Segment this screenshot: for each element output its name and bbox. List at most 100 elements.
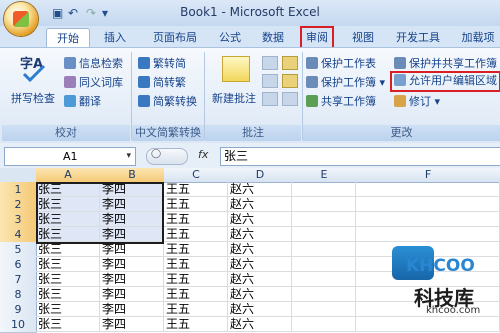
table-cell[interactable]: 王五 <box>164 212 228 227</box>
comment-show-icon[interactable] <box>282 56 298 70</box>
table-cell[interactable]: 赵六 <box>228 242 292 257</box>
row-header[interactable]: 8 <box>0 287 37 303</box>
tab-review[interactable]: 审阅 <box>300 26 334 49</box>
table-cell[interactable] <box>292 182 356 197</box>
table-cell[interactable]: 王五 <box>164 182 228 197</box>
table-cell[interactable]: 王五 <box>164 257 228 272</box>
column-header-c[interactable]: C <box>164 168 229 183</box>
table-cell[interactable]: 李四 <box>100 302 164 317</box>
spell-check-button[interactable]: 拼写检查 <box>8 90 58 106</box>
thesaurus-button[interactable]: 同义词库 <box>64 75 123 91</box>
row-header[interactable]: 4 <box>0 227 37 243</box>
table-cell[interactable]: 赵六 <box>228 197 292 212</box>
row-header[interactable]: 7 <box>0 272 37 288</box>
tab-addins[interactable]: 加载项 <box>456 28 500 47</box>
table-cell[interactable] <box>292 242 356 257</box>
comment-prev-icon[interactable] <box>262 56 278 70</box>
table-cell[interactable]: 李四 <box>100 242 164 257</box>
column-header-e[interactable]: E <box>292 168 357 183</box>
table-cell[interactable]: 张三 <box>36 197 100 212</box>
convert-button[interactable]: 简繁转换 <box>138 94 197 110</box>
comment-next-icon[interactable] <box>262 74 278 88</box>
table-cell[interactable] <box>292 212 356 227</box>
table-cell[interactable]: 王五 <box>164 197 228 212</box>
translate-button[interactable]: 翻译 <box>64 94 101 110</box>
tab-page-layout[interactable]: 页面布局 <box>142 28 208 47</box>
name-box[interactable]: A1 ▾ <box>4 147 136 166</box>
protect-workbook-button[interactable]: 保护工作簿 ▾ <box>306 75 385 91</box>
table-cell[interactable]: 张三 <box>36 257 100 272</box>
chevron-down-icon[interactable]: ▾ <box>126 148 131 165</box>
row-header[interactable]: 10 <box>0 317 37 333</box>
row-header[interactable]: 1 <box>0 182 37 198</box>
table-cell[interactable] <box>356 317 500 332</box>
table-cell[interactable]: 张三 <box>36 302 100 317</box>
table-cell[interactable]: 赵六 <box>228 287 292 302</box>
table-cell[interactable] <box>292 257 356 272</box>
table-cell[interactable]: 李四 <box>100 212 164 227</box>
to-traditional-button[interactable]: 简转繁 <box>138 75 186 91</box>
table-cell[interactable] <box>356 182 500 197</box>
ink-icon[interactable] <box>282 92 298 106</box>
tab-formulas[interactable]: 公式 <box>214 28 246 47</box>
formula-input[interactable]: 张三 <box>220 147 500 166</box>
row-header[interactable]: 3 <box>0 212 37 228</box>
office-button[interactable] <box>4 2 38 36</box>
to-simplified-button[interactable]: 繁转简 <box>138 56 186 72</box>
formula-expand-control[interactable]: ◯ <box>146 148 188 165</box>
row-header[interactable]: 9 <box>0 302 37 318</box>
row-header[interactable]: 6 <box>0 257 37 273</box>
table-cell[interactable]: 王五 <box>164 287 228 302</box>
new-comment-button[interactable]: 新建批注 <box>208 90 260 106</box>
table-cell[interactable]: 王五 <box>164 272 228 287</box>
table-cell[interactable]: 赵六 <box>228 272 292 287</box>
comment-delete-icon[interactable] <box>262 92 278 106</box>
select-all-button[interactable] <box>0 168 37 183</box>
tab-developer[interactable]: 开发工具 <box>392 28 444 47</box>
table-cell[interactable]: 张三 <box>36 287 100 302</box>
column-header-f[interactable]: F <box>356 168 500 183</box>
table-cell[interactable]: 王五 <box>164 317 228 332</box>
comment-show-all-icon[interactable] <box>282 74 298 88</box>
track-changes-button[interactable]: 修订 ▾ <box>394 94 440 110</box>
table-cell[interactable] <box>356 197 500 212</box>
table-cell[interactable] <box>292 197 356 212</box>
table-cell[interactable]: 王五 <box>164 227 228 242</box>
table-cell[interactable]: 赵六 <box>228 257 292 272</box>
table-cell[interactable]: 王五 <box>164 302 228 317</box>
table-cell[interactable]: 王五 <box>164 242 228 257</box>
row-header[interactable]: 5 <box>0 242 37 258</box>
table-cell[interactable]: 李四 <box>100 272 164 287</box>
table-cell[interactable]: 李四 <box>100 227 164 242</box>
share-workbook-button[interactable]: 共享工作簿 <box>306 94 376 110</box>
table-cell[interactable]: 李四 <box>100 317 164 332</box>
table-cell[interactable] <box>292 227 356 242</box>
table-cell[interactable]: 张三 <box>36 182 100 197</box>
protect-sheet-button[interactable]: 保护工作表 <box>306 56 376 72</box>
table-cell[interactable]: 李四 <box>100 287 164 302</box>
table-cell[interactable]: 赵六 <box>228 212 292 227</box>
table-cell[interactable]: 李四 <box>100 257 164 272</box>
column-header-a[interactable]: A <box>36 168 101 183</box>
table-cell[interactable]: 李四 <box>100 182 164 197</box>
tab-insert[interactable]: 插入 <box>96 28 134 47</box>
table-cell[interactable]: 张三 <box>36 212 100 227</box>
table-cell[interactable] <box>356 212 500 227</box>
table-cell[interactable]: 赵六 <box>228 317 292 332</box>
column-header-b[interactable]: B <box>100 168 165 183</box>
table-cell[interactable] <box>292 302 356 317</box>
table-cell[interactable]: 李四 <box>100 197 164 212</box>
protect-share-button[interactable]: 保护并共享工作簿 <box>394 56 497 72</box>
column-header-d[interactable]: D <box>228 168 293 183</box>
table-cell[interactable] <box>292 317 356 332</box>
allow-edit-ranges-button[interactable]: 允许用户编辑区域 <box>390 71 500 92</box>
table-cell[interactable]: 张三 <box>36 227 100 242</box>
tab-home[interactable]: 开始 <box>46 28 90 48</box>
table-cell[interactable]: 张三 <box>36 272 100 287</box>
table-cell[interactable] <box>356 227 500 242</box>
table-cell[interactable]: 张三 <box>36 317 100 332</box>
table-cell[interactable] <box>292 272 356 287</box>
tab-view[interactable]: 视图 <box>346 28 380 47</box>
fx-icon[interactable]: fx <box>198 148 208 161</box>
table-cell[interactable]: 赵六 <box>228 227 292 242</box>
